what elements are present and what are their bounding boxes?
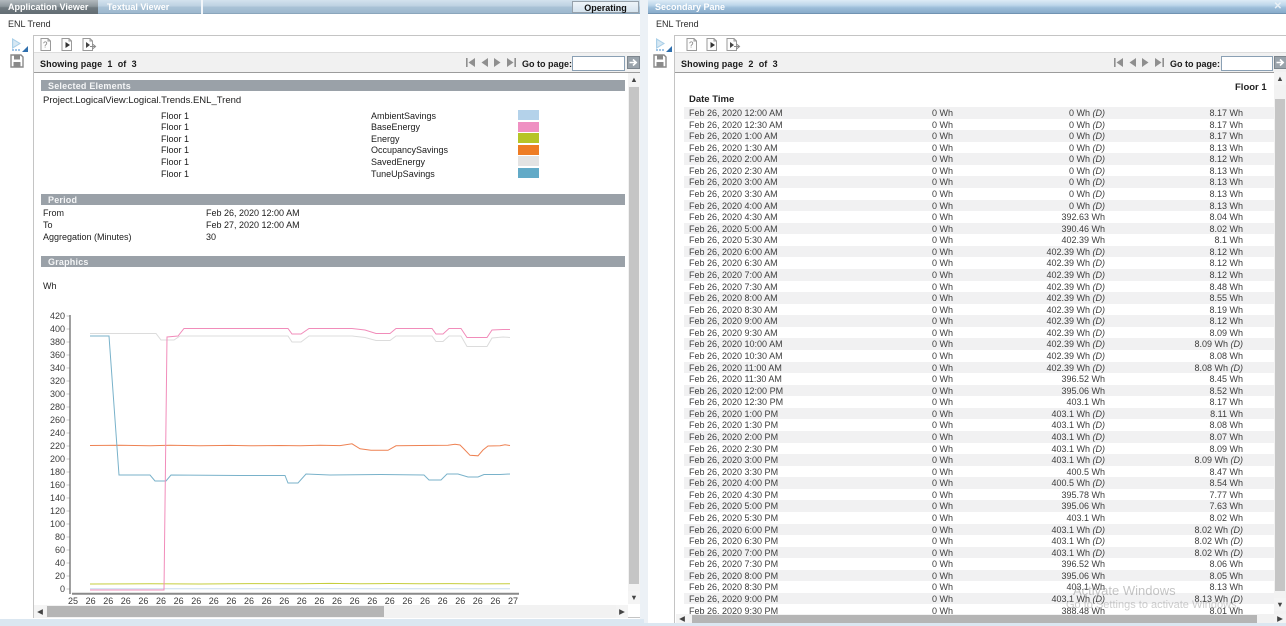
svg-text:320: 320	[50, 376, 65, 386]
svg-text:26: 26	[244, 596, 254, 606]
svg-text:26: 26	[490, 596, 500, 606]
svg-text:140: 140	[50, 493, 65, 503]
svg-text:26: 26	[121, 596, 131, 606]
svg-text:26: 26	[385, 596, 395, 606]
svg-text:26: 26	[279, 596, 289, 606]
svg-text:26: 26	[402, 596, 412, 606]
svg-text:180: 180	[50, 467, 65, 477]
svg-text:200: 200	[50, 454, 65, 464]
svg-text:26: 26	[438, 596, 448, 606]
svg-text:20: 20	[55, 571, 65, 581]
svg-text:26: 26	[209, 596, 219, 606]
svg-text:26: 26	[191, 596, 201, 606]
svg-text:240: 240	[50, 428, 65, 438]
svg-text:26: 26	[473, 596, 483, 606]
svg-text:26: 26	[350, 596, 360, 606]
svg-text:26: 26	[103, 596, 113, 606]
svg-text:26: 26	[367, 596, 377, 606]
svg-text:?: ?	[43, 41, 48, 50]
svg-text:340: 340	[50, 363, 65, 373]
svg-text:26: 26	[138, 596, 148, 606]
svg-text:26: 26	[297, 596, 307, 606]
svg-text:120: 120	[50, 506, 65, 516]
svg-text:300: 300	[50, 389, 65, 399]
svg-text:280: 280	[50, 402, 65, 412]
svg-text:260: 260	[50, 415, 65, 425]
svg-text:26: 26	[455, 596, 465, 606]
svg-text:26: 26	[332, 596, 342, 606]
svg-text:100: 100	[50, 519, 65, 529]
svg-text:220: 220	[50, 441, 65, 451]
svg-text:60: 60	[55, 545, 65, 555]
svg-text:400: 400	[50, 324, 65, 334]
svg-text:40: 40	[55, 558, 65, 568]
svg-text:26: 26	[262, 596, 272, 606]
svg-text:160: 160	[50, 480, 65, 490]
svg-text:360: 360	[50, 350, 65, 360]
svg-text:80: 80	[55, 532, 65, 542]
svg-text:26: 26	[314, 596, 324, 606]
svg-text:26: 26	[156, 596, 166, 606]
svg-text:?: ?	[689, 41, 694, 50]
svg-text:27: 27	[508, 596, 518, 606]
svg-text:26: 26	[86, 596, 96, 606]
svg-text:26: 26	[174, 596, 184, 606]
svg-text:0: 0	[60, 584, 65, 594]
svg-text:25: 25	[68, 596, 78, 606]
svg-text:380: 380	[50, 337, 65, 347]
svg-text:26: 26	[226, 596, 236, 606]
svg-text:26: 26	[420, 596, 430, 606]
svg-text:420: 420	[50, 311, 65, 321]
